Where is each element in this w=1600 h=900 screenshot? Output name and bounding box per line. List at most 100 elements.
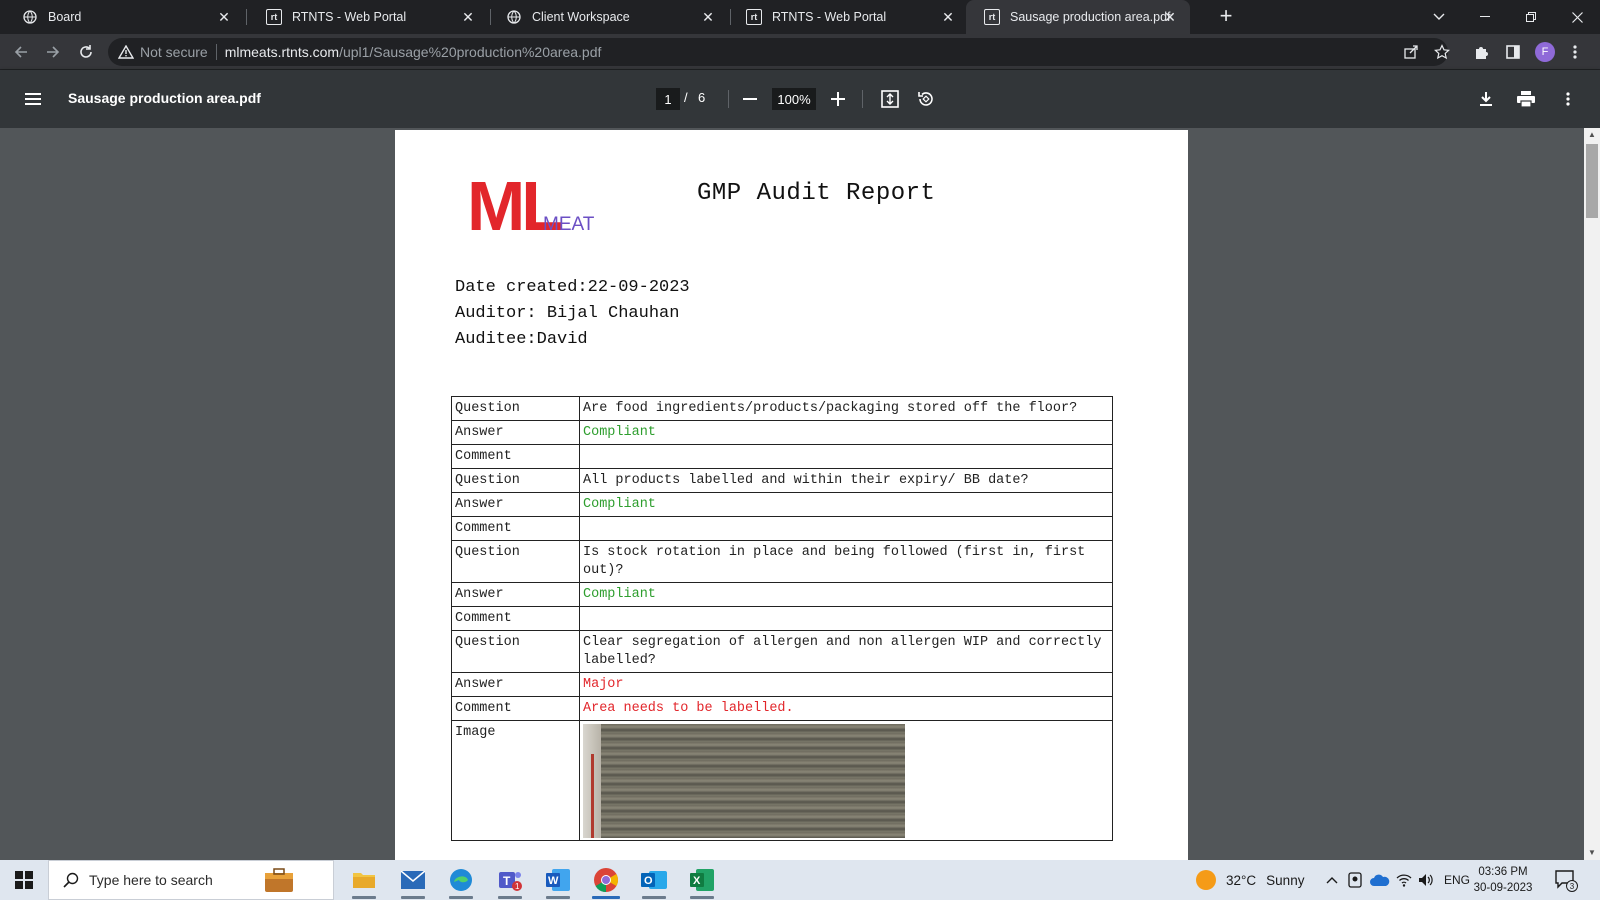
close-icon[interactable]: ✕ (460, 9, 476, 25)
onedrive-cloud-icon[interactable] (1370, 860, 1390, 900)
scroll-up-arrow-icon[interactable]: ▲ (1584, 128, 1600, 142)
vertical-scrollbar[interactable]: ▲ ▼ (1584, 128, 1600, 860)
url-path: /upl1/Sausage%20production%20area.pdf (339, 44, 602, 60)
svg-text:O: O (644, 875, 653, 887)
file-explorer-icon[interactable] (340, 860, 388, 900)
warning-triangle-icon[interactable] (118, 45, 134, 59)
image-cell (579, 720, 1113, 841)
svg-text:W: W (548, 875, 559, 887)
row-label: Comment (451, 444, 580, 469)
wifi-icon[interactable] (1396, 860, 1412, 900)
system-clock[interactable]: 03:36 PM 30-09-2023 (1470, 864, 1536, 896)
row-label: Question (451, 630, 580, 673)
reload-button[interactable] (74, 40, 98, 64)
back-button[interactable] (9, 40, 33, 64)
table-row: Comment (451, 444, 1113, 469)
comment-value (579, 444, 1113, 469)
teams-icon[interactable]: T1 (486, 860, 534, 900)
chrome-icon[interactable] (582, 860, 630, 900)
answer-value: Compliant (579, 582, 1113, 607)
edge-browser-icon[interactable] (437, 860, 485, 900)
outlook-icon[interactable]: O (630, 860, 678, 900)
print-icon[interactable] (1514, 87, 1538, 111)
table-row: Answer Compliant (451, 420, 1113, 445)
excel-icon[interactable]: X (678, 860, 726, 900)
tray-chevron-up-icon[interactable] (1326, 860, 1338, 900)
row-label: Answer (451, 492, 580, 517)
notification-center-icon[interactable]: 3 (1554, 860, 1578, 900)
tab-sausage-pdf[interactable]: rt Sausage production area.pdf ✕ (966, 0, 1190, 34)
new-tab-button[interactable]: + (1215, 5, 1237, 28)
tab-client-workspace[interactable]: Client Workspace ✕ (488, 0, 728, 34)
zoom-level-input[interactable]: 100% (772, 88, 816, 110)
teams-badge: 1 (515, 882, 520, 891)
close-window-button[interactable] (1554, 0, 1600, 34)
scroll-down-arrow-icon[interactable]: ▼ (1584, 846, 1600, 860)
evidence-photo (583, 724, 905, 838)
svg-text:MEAT: MEAT (543, 214, 595, 235)
auditor: Auditor: Bijal Chauhan (455, 304, 680, 323)
profile-avatar[interactable]: F (1533, 40, 1557, 64)
table-row: Question Is stock rotation in place and b… (451, 540, 1113, 583)
volume-icon[interactable] (1418, 860, 1434, 900)
hamburger-menu-icon[interactable] (22, 87, 46, 111)
globe-icon (22, 9, 38, 25)
close-icon[interactable]: ✕ (216, 9, 232, 25)
tab-rtnts-portal-1[interactable]: rt RTNTS - Web Portal ✕ (248, 0, 488, 34)
minimize-button[interactable] (1462, 0, 1508, 34)
audit-table: Question Are food ingredients/products/pa… (451, 396, 1113, 841)
extensions-puzzle-icon[interactable] (1469, 40, 1493, 64)
table-row: Comment Area needs to be labelled. (451, 696, 1113, 721)
page-number-input[interactable]: 1 (656, 88, 680, 110)
zoom-in-icon[interactable] (826, 87, 850, 111)
sun-icon (1196, 870, 1216, 890)
windows-start-button[interactable] (0, 860, 48, 900)
row-label: Answer (451, 672, 580, 697)
rotate-icon[interactable] (914, 87, 938, 111)
browser-menu-icon[interactable] (1563, 40, 1587, 64)
url-host: mlmeats.rtnts.com (224, 44, 340, 60)
row-label: Comment (451, 696, 580, 721)
mail-icon[interactable] (389, 860, 437, 900)
tab-title: Board (48, 10, 82, 24)
table-row: Comment (451, 516, 1113, 541)
restore-button[interactable] (1508, 0, 1554, 34)
tab-rtnts-portal-2[interactable]: rt RTNTS - Web Portal ✕ (728, 0, 968, 34)
bookmark-star-icon[interactable] (1430, 40, 1454, 64)
browser-toolbar: Not secure mlmeats.rtnts.com/upl1/Sausag… (0, 34, 1600, 70)
meet-now-icon[interactable] (1348, 860, 1362, 900)
security-status[interactable]: Not secure (140, 44, 208, 60)
notification-count: 3 (1570, 882, 1575, 891)
word-icon[interactable]: W (534, 860, 582, 900)
close-icon[interactable]: ✕ (700, 9, 716, 25)
zoom-out-icon[interactable] (738, 87, 762, 111)
taskbar-search-input[interactable]: Type here to search (48, 860, 334, 900)
weather-widget[interactable]: 32°C Sunny (1196, 860, 1304, 900)
fit-to-page-icon[interactable] (878, 87, 902, 111)
share-icon[interactable] (1399, 40, 1423, 64)
address-bar[interactable]: Not secure mlmeats.rtnts.com/upl1/Sausag… (108, 38, 1448, 66)
close-icon[interactable]: ✕ (940, 9, 956, 25)
briefcase-icon[interactable] (261, 865, 297, 900)
tab-title: RTNTS - Web Portal (772, 10, 887, 24)
divider (728, 90, 729, 108)
search-placeholder: Type here to search (89, 872, 213, 888)
forward-button[interactable] (41, 40, 65, 64)
tab-search-chevron-down-icon[interactable] (1416, 0, 1462, 34)
tab-board[interactable]: Board ✕ (4, 0, 244, 34)
side-panel-icon[interactable] (1501, 40, 1525, 64)
search-icon (63, 872, 79, 888)
scrollbar-thumb[interactable] (1586, 144, 1598, 218)
clock-date: 30-09-2023 (1473, 882, 1533, 894)
download-icon[interactable] (1474, 87, 1498, 111)
language-indicator[interactable]: ENG (1444, 860, 1470, 900)
comment-value (579, 606, 1113, 631)
pdf-viewer[interactable]: ML MEAT GMP Audit Report Date created:22… (0, 128, 1600, 860)
comment-value (579, 516, 1113, 541)
more-options-icon[interactable] (1556, 87, 1580, 111)
row-label: Question (451, 540, 580, 583)
svg-text:X: X (693, 875, 701, 887)
row-value: Clear segregation of allergen and non al… (579, 630, 1113, 673)
clock-time: 03:36 PM (1478, 866, 1528, 878)
close-icon[interactable]: ✕ (1162, 9, 1178, 25)
